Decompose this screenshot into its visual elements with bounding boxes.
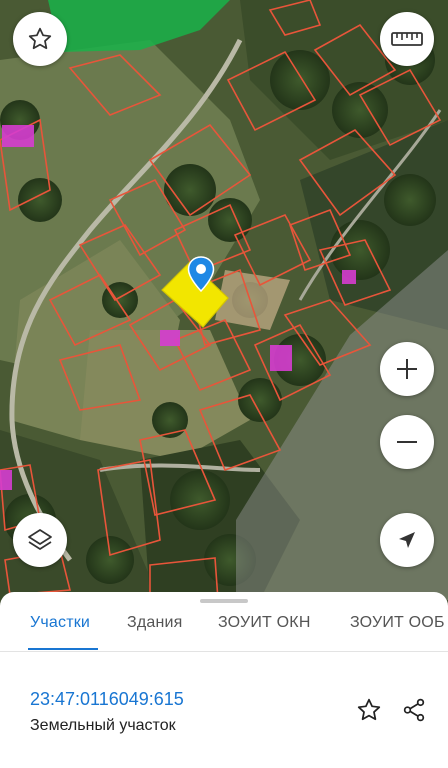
share-button[interactable] [398, 694, 430, 726]
tab-zouit-oob[interactable]: ЗОУИТ ООБ [350, 614, 445, 632]
tab-parcels[interactable]: Участки [30, 614, 90, 632]
map-view[interactable] [0, 0, 448, 600]
layers-icon [28, 529, 52, 550]
favorite-parcel-button[interactable] [353, 694, 385, 726]
minus-icon [397, 441, 417, 443]
drag-handle[interactable] [200, 599, 248, 603]
navigation-arrow-icon [399, 532, 415, 548]
divider [0, 651, 448, 652]
ruler-icon [391, 32, 423, 46]
layers-button[interactable] [13, 513, 67, 567]
tab-buildings[interactable]: Здания [127, 614, 183, 632]
favorite-button[interactable] [13, 12, 67, 66]
location-pin-icon[interactable] [187, 256, 215, 292]
share-icon [403, 698, 425, 722]
zoom-in-button[interactable] [380, 342, 434, 396]
ruler-button[interactable] [380, 12, 434, 66]
satellite-imagery [0, 0, 448, 600]
cadastral-number[interactable]: 23:47:0116049:615 [30, 689, 184, 710]
tab-zouit-okn[interactable]: ЗОУИТ ОКН [218, 614, 311, 632]
zoom-out-button[interactable] [380, 415, 434, 469]
locate-button[interactable] [380, 513, 434, 567]
star-outline-icon [28, 27, 52, 50]
tab-bar: Участки Здания ЗОУИТ ОКН ЗОУИТ ООБ [0, 604, 448, 650]
plus-icon [397, 359, 417, 379]
active-tab-indicator [28, 648, 98, 650]
parcel-type: Земельный участок [30, 717, 176, 734]
bottom-sheet: Участки Здания ЗОУИТ ОКН ЗОУИТ ООБ 23:47… [0, 592, 448, 768]
star-outline-icon [357, 698, 381, 721]
